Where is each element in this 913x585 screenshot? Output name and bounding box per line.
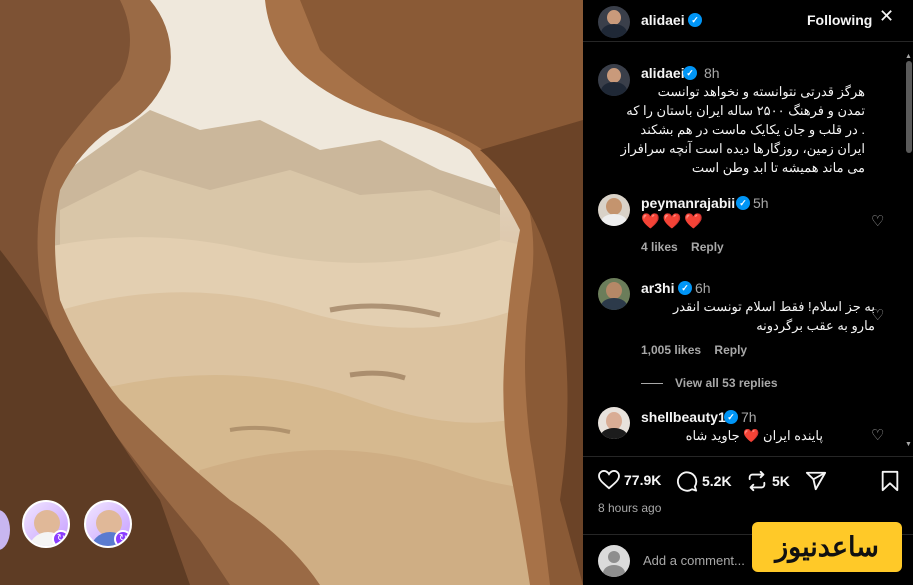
story-avatars-row: ↻ ↻: [0, 500, 160, 556]
comment-like-heart-icon[interactable]: ♡: [871, 212, 884, 230]
replies-divider: [641, 383, 663, 385]
comment-line: به جز اسلام! فقط اسلام تونست انقدر: [672, 299, 875, 314]
caption-line: هرگز قدرتی نتوانسته و نخواهد توانست: [657, 84, 865, 99]
comment-time: 7h: [741, 409, 757, 425]
share-button[interactable]: [805, 470, 827, 492]
watermark-logo: ساعدنیوز: [752, 522, 902, 572]
caption-time: 8h: [704, 65, 720, 81]
comment-username[interactable]: shellbeauty1: [641, 409, 726, 425]
post-caption: هرگز قدرتی نتوانسته و نخواهد توانست تمدن…: [593, 82, 865, 177]
comment-icon: [677, 471, 698, 492]
bookmark-icon: [881, 470, 899, 492]
view-replies-button[interactable]: View all 53 replies: [641, 376, 778, 390]
caption-username[interactable]: alidaei: [641, 65, 685, 81]
save-button[interactable]: [880, 470, 900, 492]
caption-line: تمدن و فرهنگ ۲۵۰۰ ساله ایران باستان را ک…: [626, 103, 865, 118]
view-replies-label: View all 53 replies: [675, 376, 778, 390]
story-avatar[interactable]: ↻: [22, 500, 70, 548]
caption-line: ایران زمین، روزگارها دیده است آنچه سرافر…: [620, 141, 865, 156]
reply-button[interactable]: Reply: [714, 343, 747, 357]
scroll-down-arrow-icon[interactable]: ▼: [905, 441, 912, 448]
comment-likes[interactable]: 4 likes: [641, 240, 678, 254]
reposts-count: 5K: [772, 473, 790, 489]
repost-icon: [748, 470, 766, 492]
desert-landscape-illustration: [0, 0, 583, 585]
comments-scroll-area[interactable]: alidaei ✓ 8h هرگز قدرتی نتوانسته و نخواه…: [583, 43, 913, 453]
comment-text: ❤️❤️❤️: [641, 213, 707, 230]
repost-badge-icon: ↻: [52, 530, 68, 546]
reply-button[interactable]: Reply: [691, 240, 724, 254]
verified-badge-icon: ✓: [678, 281, 692, 295]
comment-like-heart-icon[interactable]: ♡: [871, 426, 884, 444]
comment-text: به جز اسلام! فقط اسلام تونست انقدر مارو …: [623, 297, 875, 335]
comment-username[interactable]: peymanrajabii: [641, 195, 735, 211]
post-side-panel: alidaei ✓ Following ✕ alidaei ✓ 8h هرگز …: [583, 0, 913, 585]
comment-meta: 1,005 likes Reply: [641, 343, 757, 357]
comment-button[interactable]: 5.2K: [676, 470, 732, 492]
repost-badge-icon: ↻: [114, 530, 130, 546]
post-header: alidaei ✓ Following ✕: [583, 0, 913, 42]
current-user-avatar: [598, 545, 630, 577]
scroll-up-arrow-icon[interactable]: ▲: [905, 53, 912, 60]
commenter-avatar[interactable]: [598, 194, 630, 226]
comment-likes[interactable]: 1,005 likes: [641, 343, 701, 357]
story-avatar[interactable]: ↻: [84, 500, 132, 548]
story-avatar-partial[interactable]: [0, 510, 10, 550]
comment-time: 6h: [695, 280, 711, 296]
author-avatar[interactable]: [598, 6, 630, 38]
comments-scrollbar[interactable]: [906, 61, 912, 153]
author-username[interactable]: alidaei: [641, 12, 685, 28]
comments-count: 5.2K: [702, 473, 732, 489]
heart-icon: [598, 469, 620, 490]
comment-meta: 4 likes Reply: [641, 240, 734, 254]
repost-button[interactable]: 5K: [746, 470, 790, 492]
verified-badge-icon: ✓: [736, 196, 750, 210]
verified-badge-icon: ✓: [724, 410, 738, 424]
more-options-icon[interactable]: ✕: [879, 6, 895, 27]
comment-line: مارو به عقب برگردونه: [756, 318, 875, 333]
likes-count: 77.9K: [624, 472, 662, 488]
following-button[interactable]: Following: [807, 12, 872, 28]
add-comment-input[interactable]: Add a comment...: [643, 553, 745, 568]
verified-badge-icon: ✓: [683, 66, 697, 80]
share-icon: [805, 471, 827, 491]
post-image[interactable]: ↻ ↻: [0, 0, 583, 585]
comment-like-heart-icon[interactable]: ♡: [871, 306, 884, 324]
comment-time: 5h: [753, 195, 769, 211]
caption-line: . در قلب و جان یکایک ماست در هم بشکند: [640, 122, 865, 137]
comment-text: پاینده ایران ❤️ جاوید شاه: [685, 428, 823, 443]
verified-badge-icon: ✓: [688, 13, 702, 27]
comment-username[interactable]: ar3hi: [641, 280, 674, 296]
caption-line: می ماند همیشه تا ابد وطن است: [691, 160, 865, 175]
like-button[interactable]: 77.9K: [598, 469, 662, 492]
posted-time: 8 hours ago: [598, 501, 662, 515]
